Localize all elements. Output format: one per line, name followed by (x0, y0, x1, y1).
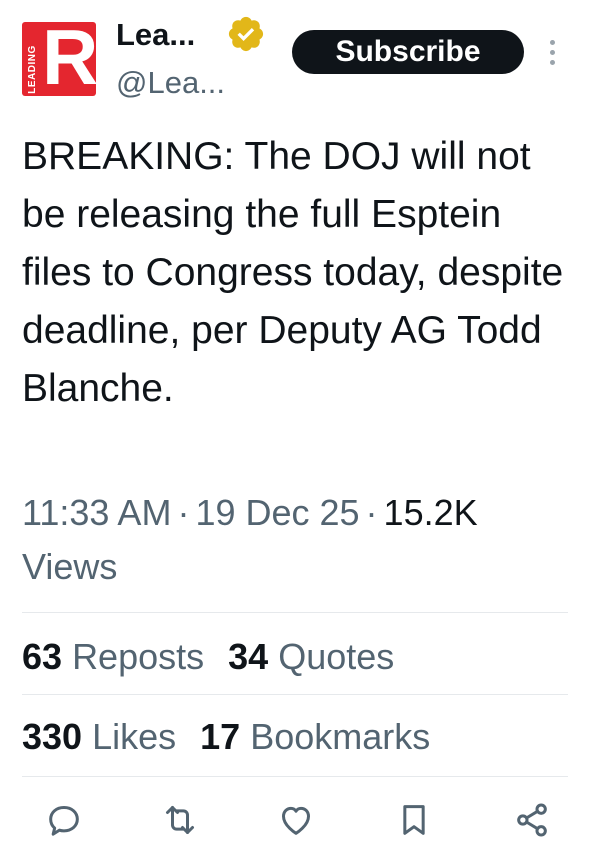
likes-label: Likes (92, 716, 177, 757)
divider (22, 612, 568, 613)
bookmark-icon[interactable] (394, 800, 434, 840)
avatar-letter: R (42, 22, 96, 96)
quotes-stat[interactable]: 34 Quotes (228, 636, 394, 677)
repost-icon[interactable] (160, 800, 200, 840)
divider (22, 694, 568, 695)
more-options-icon[interactable] (546, 40, 558, 68)
author-name[interactable]: Lea... (116, 17, 195, 52)
share-icon[interactable] (512, 800, 552, 840)
action-bar (0, 800, 591, 846)
stats-row-reposts-quotes: 63 Reposts 34 Quotes (22, 636, 394, 678)
likes-stat[interactable]: 330 Likes (22, 716, 176, 757)
bookmarks-count: 17 (200, 716, 241, 757)
avatar-side-text: LEADING (26, 45, 38, 94)
tweet-time[interactable]: 11:33 AM (22, 492, 171, 533)
reposts-label: Reposts (72, 636, 205, 677)
divider (22, 776, 568, 777)
bookmarks-label: Bookmarks (250, 716, 431, 757)
meta-separator: · (177, 492, 190, 533)
avatar[interactable]: R LEADING (22, 22, 96, 96)
tweet-text: BREAKING: The DOJ will not be releasing … (22, 135, 564, 410)
subscribe-button[interactable]: Subscribe (292, 30, 524, 74)
reposts-stat[interactable]: 63 Reposts (22, 636, 204, 677)
quotes-count: 34 (228, 636, 269, 677)
reply-icon[interactable] (44, 800, 84, 840)
verified-badge-icon (228, 16, 264, 52)
views-count: 15.2K (383, 492, 478, 533)
views-label: Views (22, 546, 118, 587)
meta-separator: · (365, 492, 378, 533)
bookmarks-stat[interactable]: 17 Bookmarks (200, 716, 430, 757)
tweet-date[interactable]: 19 Dec 25 (195, 492, 359, 533)
like-icon[interactable] (276, 800, 316, 840)
reposts-count: 63 (22, 636, 63, 677)
likes-count: 330 (22, 716, 83, 757)
author-handle[interactable]: @Lea... (116, 65, 225, 100)
quotes-label: Quotes (278, 636, 395, 677)
stats-row-likes-bookmarks: 330 Likes 17 Bookmarks (22, 716, 430, 758)
tweet-meta: 11:33 AM · 19 Dec 25 · 15.2K Views (22, 486, 567, 594)
